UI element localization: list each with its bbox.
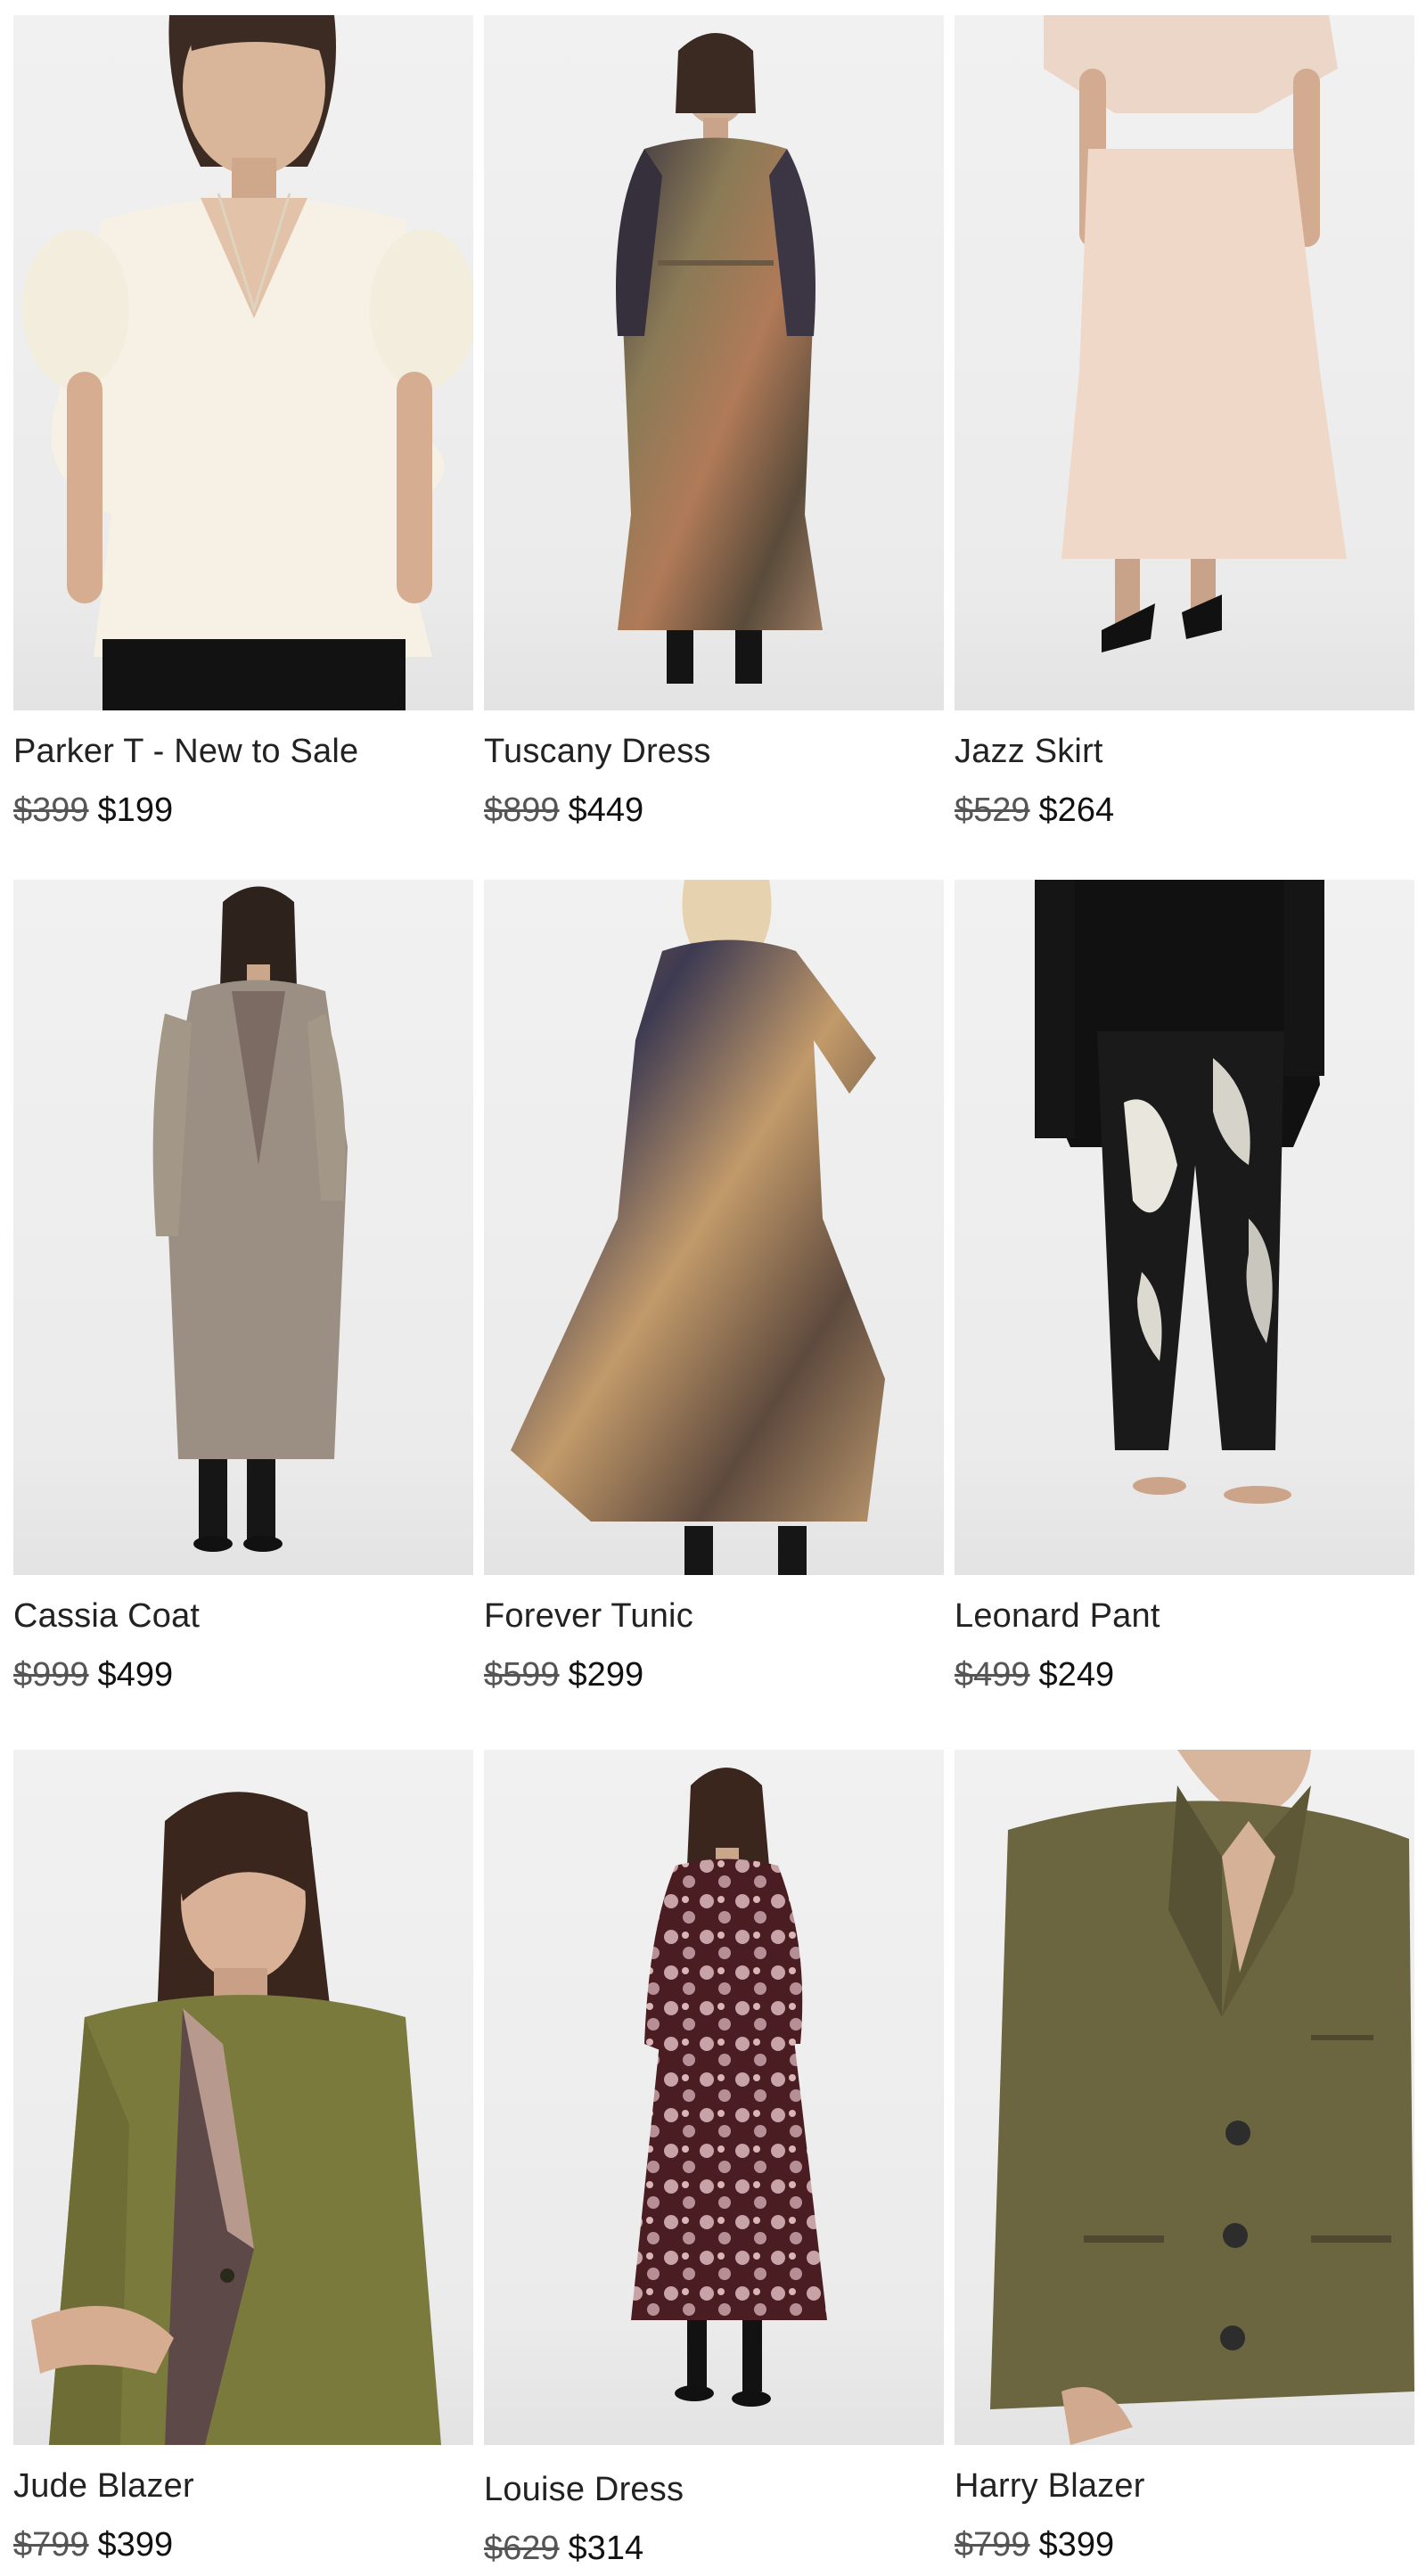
product-card[interactable]: Parker T - New to Sale $399 $199 bbox=[13, 15, 473, 830]
sale-price: $314 bbox=[568, 2530, 644, 2567]
product-price: $629 $314 bbox=[484, 2529, 944, 2568]
product-price: $599 $299 bbox=[484, 1655, 944, 1694]
product-name[interactable]: Cassia Coat bbox=[13, 1596, 473, 1636]
product-name[interactable]: Jude Blazer bbox=[13, 2466, 473, 2506]
product-card[interactable]: Jazz Skirt $529 $264 bbox=[955, 15, 1414, 830]
model-khaki-tailored-blazer-illustration bbox=[990, 1750, 1414, 2445]
product-name[interactable]: Parker T - New to Sale bbox=[13, 732, 473, 771]
product-image[interactable] bbox=[484, 880, 944, 1575]
product-card[interactable]: Leonard Pant $499 $249 bbox=[955, 880, 1414, 1694]
model-abstract-print-maxi-dress-illustration bbox=[616, 33, 823, 684]
sale-price: $499 bbox=[97, 1656, 174, 1694]
original-price: $629 bbox=[484, 2530, 560, 2567]
product-name[interactable]: Tuscany Dress bbox=[484, 732, 944, 771]
original-price: $499 bbox=[955, 1656, 1030, 1694]
product-name[interactable]: Harry Blazer bbox=[955, 2466, 1414, 2506]
model-blush-midi-skirt-illustration bbox=[1044, 15, 1347, 652]
model-white-puff-sleeve-top-illustration bbox=[22, 15, 473, 710]
product-image[interactable] bbox=[13, 15, 473, 710]
product-price: $399 $199 bbox=[13, 791, 473, 830]
model-abstract-print-tiered-dress-illustration bbox=[511, 880, 885, 1575]
product-grid: Parker T - New to Sale $399 $199 Tuscany… bbox=[0, 0, 1426, 2576]
product-price: $499 $249 bbox=[955, 1655, 1414, 1694]
model-black-print-pant-illustration bbox=[1035, 880, 1324, 1504]
original-price: $599 bbox=[484, 1656, 560, 1694]
original-price: $799 bbox=[955, 2526, 1030, 2564]
product-name[interactable]: Leonard Pant bbox=[955, 1596, 1414, 1636]
product-price: $899 $449 bbox=[484, 791, 944, 830]
sale-price: $399 bbox=[1038, 2526, 1115, 2564]
sale-price: $264 bbox=[1038, 792, 1115, 829]
product-price: $799 $399 bbox=[955, 2525, 1414, 2564]
product-card[interactable]: Jude Blazer $799 $399 bbox=[13, 1750, 473, 2564]
sale-price: $449 bbox=[568, 792, 644, 829]
product-name[interactable]: Forever Tunic bbox=[484, 1596, 944, 1636]
product-price: $799 $399 bbox=[13, 2525, 473, 2564]
model-taupe-long-coat-illustration bbox=[152, 886, 348, 1552]
model-burgundy-floral-dress-illustration bbox=[631, 1768, 827, 2407]
product-card[interactable]: Cassia Coat $999 $499 bbox=[13, 880, 473, 1694]
product-name[interactable]: Louise Dress bbox=[484, 2470, 944, 2509]
sale-price: $399 bbox=[97, 2526, 174, 2564]
product-name[interactable]: Jazz Skirt bbox=[955, 732, 1414, 771]
product-price: $999 $499 bbox=[13, 1655, 473, 1694]
product-image[interactable] bbox=[955, 15, 1414, 710]
product-image[interactable] bbox=[13, 880, 473, 1575]
original-price: $529 bbox=[955, 792, 1030, 829]
product-image[interactable] bbox=[484, 1750, 944, 2445]
product-card[interactable]: Tuscany Dress $899 $449 bbox=[484, 15, 944, 830]
sale-price: $249 bbox=[1038, 1656, 1115, 1694]
sale-price: $299 bbox=[568, 1656, 644, 1694]
original-price: $399 bbox=[13, 792, 89, 829]
product-price: $529 $264 bbox=[955, 791, 1414, 830]
sale-price: $199 bbox=[97, 792, 174, 829]
product-card[interactable]: Louise Dress $629 $314 bbox=[484, 1750, 944, 2568]
product-image[interactable] bbox=[955, 880, 1414, 1575]
product-card[interactable]: Forever Tunic $599 $299 bbox=[484, 880, 944, 1694]
product-image[interactable] bbox=[955, 1750, 1414, 2445]
product-image[interactable] bbox=[13, 1750, 473, 2445]
product-card[interactable]: Harry Blazer $799 $399 bbox=[955, 1750, 1414, 2564]
original-price: $999 bbox=[13, 1656, 89, 1694]
model-olive-blazer-illustration bbox=[31, 1792, 441, 2445]
original-price: $899 bbox=[484, 792, 560, 829]
product-image[interactable] bbox=[484, 15, 944, 710]
original-price: $799 bbox=[13, 2526, 89, 2564]
